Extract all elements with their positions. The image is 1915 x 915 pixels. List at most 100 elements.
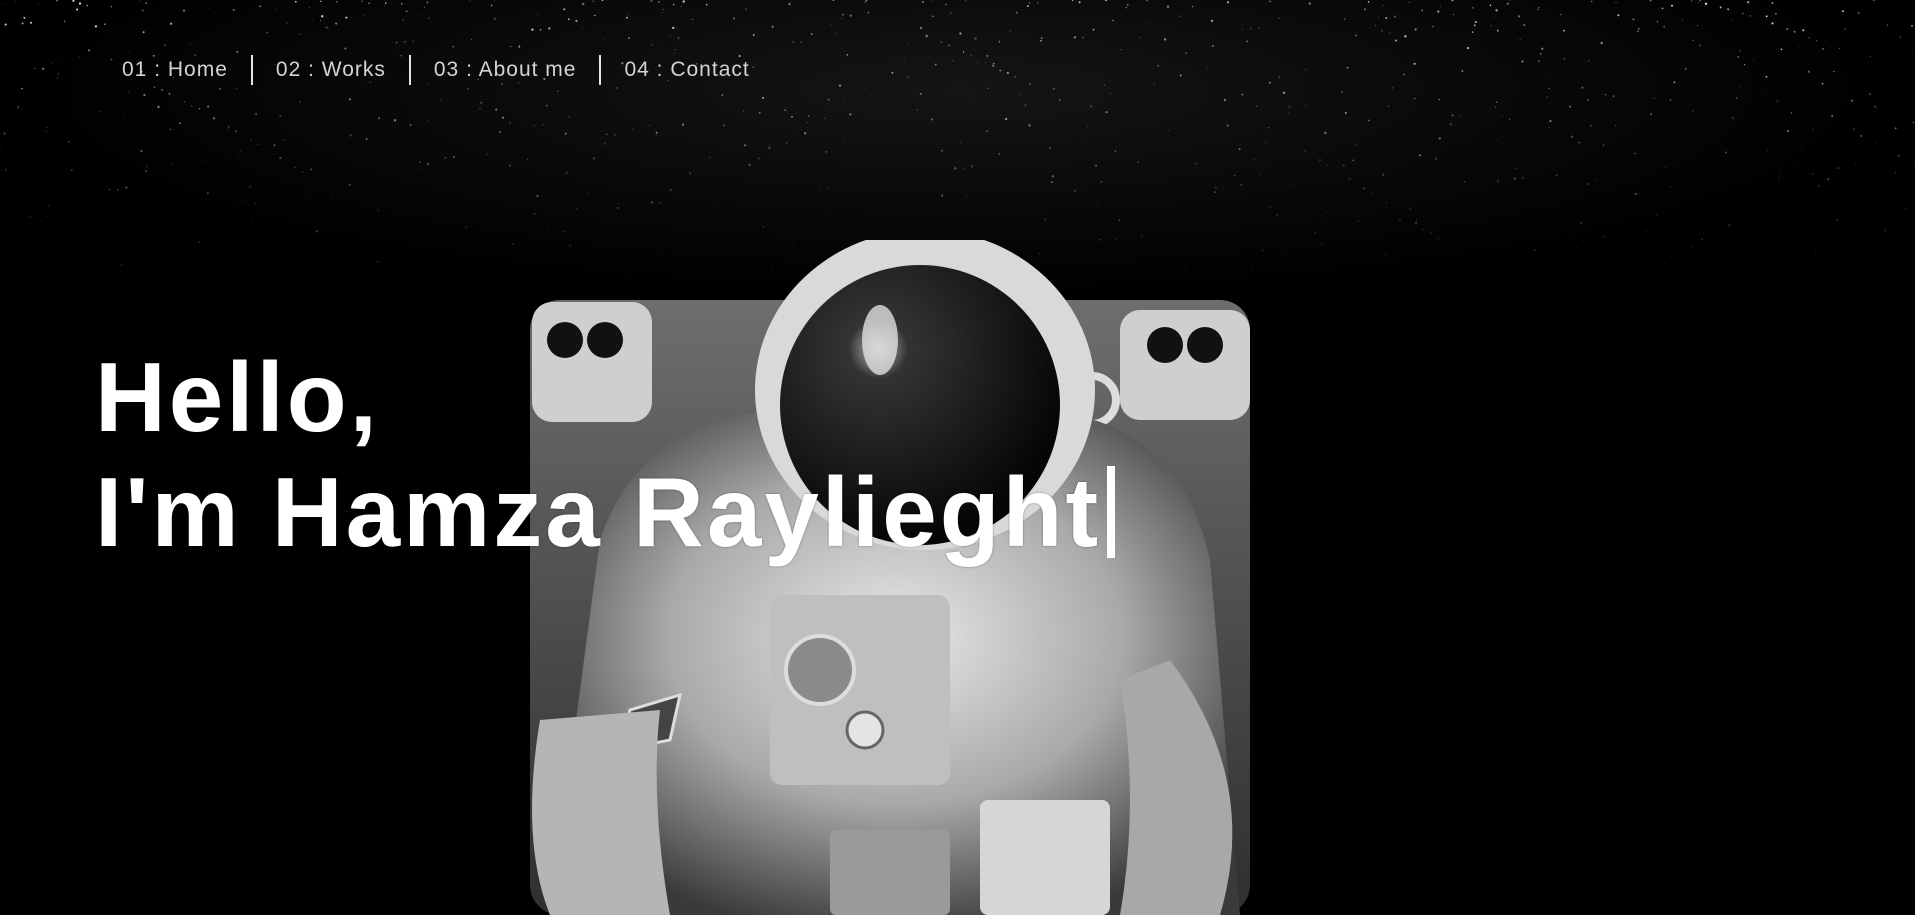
star	[1869, 56, 1872, 58]
star	[925, 34, 928, 38]
star	[843, 103, 845, 105]
star	[1434, 157, 1437, 160]
star	[1560, 13, 1562, 16]
star	[145, 166, 148, 168]
star	[329, 197, 332, 200]
star	[1681, 212, 1683, 214]
star	[1671, 4, 1673, 7]
star	[536, 194, 539, 198]
star	[952, 60, 954, 62]
star	[1140, 37, 1142, 39]
star	[1083, 186, 1085, 188]
star	[1415, 219, 1418, 221]
star	[361, 0, 363, 2]
star	[1673, 81, 1676, 84]
star	[1739, 85, 1741, 87]
star	[691, 18, 694, 21]
star	[1644, 230, 1647, 233]
star	[1876, 141, 1877, 143]
star	[1326, 164, 1328, 166]
star	[110, 58, 113, 61]
star	[1040, 37, 1043, 39]
star	[14, 165, 16, 167]
star	[626, 16, 628, 19]
star	[1288, 105, 1291, 108]
star	[340, 230, 343, 232]
star	[1897, 154, 1900, 157]
star	[945, 3, 947, 6]
star	[1451, 0, 1454, 2]
star	[1435, 79, 1436, 81]
star	[1084, 137, 1086, 138]
star	[1779, 173, 1781, 175]
star	[941, 149, 944, 152]
star	[1493, 16, 1495, 18]
star	[1215, 187, 1217, 189]
star	[533, 124, 535, 127]
star	[552, 204, 553, 205]
star	[924, 42, 926, 43]
star	[89, 252, 92, 255]
star	[1837, 167, 1840, 170]
star	[1112, 19, 1114, 22]
star	[1422, 228, 1424, 231]
star	[1166, 5, 1170, 8]
star	[1737, 56, 1740, 58]
star	[1563, 58, 1566, 60]
star	[1496, 139, 1498, 141]
star	[464, 226, 468, 229]
star	[592, 157, 596, 160]
star	[1860, 134, 1863, 138]
star	[57, 73, 60, 75]
star	[1073, 36, 1077, 39]
star	[363, 14, 365, 16]
star	[1442, 262, 1443, 264]
star	[966, 194, 968, 196]
star	[286, 22, 288, 24]
star	[320, 20, 322, 22]
star	[250, 139, 252, 141]
star	[158, 287, 160, 289]
star	[1771, 22, 1774, 25]
star	[954, 167, 957, 170]
star	[1841, 10, 1844, 13]
star	[1494, 106, 1497, 108]
star	[542, 124, 544, 126]
star	[1241, 93, 1244, 96]
star	[1783, 194, 1785, 195]
star	[527, 158, 529, 160]
nav-works-link[interactable]: 02 : Works	[253, 55, 409, 85]
star	[1414, 97, 1416, 100]
star	[88, 49, 91, 52]
star	[790, 115, 794, 118]
star	[424, 6, 426, 8]
star	[235, 130, 237, 133]
nav-about-link[interactable]: 03 : About me	[411, 55, 600, 85]
star	[1853, 271, 1855, 273]
star	[249, 185, 252, 188]
star	[1612, 95, 1615, 98]
star	[304, 254, 306, 255]
star	[823, 117, 826, 120]
star	[325, 26, 328, 29]
star	[1086, 126, 1088, 128]
nav-contact-link[interactable]: 04 : Contact	[601, 55, 772, 85]
star	[99, 111, 101, 113]
star	[1269, 206, 1271, 208]
star	[1114, 150, 1117, 152]
star	[1808, 37, 1811, 39]
star	[771, 25, 774, 28]
star	[509, 122, 511, 124]
star	[632, 128, 634, 130]
star	[867, 40, 868, 41]
nav-home-link[interactable]: 01 : Home	[122, 55, 251, 85]
star	[1437, 10, 1440, 13]
star	[533, 213, 536, 216]
star	[1259, 173, 1261, 175]
star	[340, 289, 341, 290]
star	[490, 4, 493, 7]
star	[1692, 39, 1694, 42]
star	[1446, 285, 1448, 287]
star	[1731, 116, 1734, 120]
star	[46, 215, 48, 218]
